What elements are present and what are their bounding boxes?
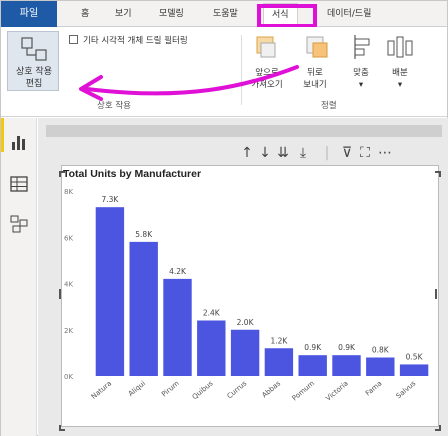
x-tick-label: Fama [364, 379, 384, 397]
distribute-button[interactable]: 배분 ▾ [385, 67, 415, 91]
edit-interactions-icon [21, 37, 47, 61]
app-window: 파일 홈 보기 모델링 도움말 서식 데이터/드릴 상호 작용 편집 기타 시각… [0, 0, 448, 436]
data-label: 1.2K [270, 336, 288, 345]
bar-salvus[interactable] [399, 364, 429, 376]
x-tick-label: Currus [226, 379, 249, 400]
focus-mode-icon[interactable]: ⛶ [357, 143, 373, 163]
send-backward-icon [306, 36, 328, 58]
y-tick-label: 4K [64, 281, 73, 289]
data-label: 4.2K [169, 267, 187, 276]
y-tick-label: 8K [64, 188, 73, 196]
format-tab-highlight [257, 4, 317, 28]
drill-up-icon[interactable]: ↑ [239, 143, 255, 163]
distribute-label: 배분 [392, 68, 408, 78]
page-header-bar [46, 125, 442, 137]
model-view-icon[interactable] [9, 214, 29, 234]
view-sidebar [1, 118, 37, 436]
more-options-icon[interactable]: ⋯ [377, 143, 393, 163]
data-label: 2.4K [203, 309, 221, 318]
bar-pomum[interactable] [298, 355, 327, 376]
data-view-icon[interactable] [9, 174, 29, 194]
tab-data-drill[interactable]: 데이터/드릴 [327, 1, 371, 27]
drill-down-icon[interactable]: ↓ [257, 143, 273, 163]
y-tick-label: 0K [64, 373, 73, 381]
x-tick-label: Salvus [395, 379, 418, 400]
distribute-icon [387, 36, 413, 58]
bar-fama[interactable] [366, 357, 395, 377]
report-view-icon[interactable] [9, 132, 29, 152]
chart-svg: 0K 2K 4K 6K 8K 7.3K Natura 5.8K Aliqui 4.2K Pirum 2… [64, 188, 429, 403]
chart-title: Total Units by Manufacturer [63, 168, 202, 180]
distribute-dropdown-icon: ▾ [397, 80, 403, 90]
annotation-arrow [79, 65, 299, 101]
data-label: 5.8K [135, 230, 153, 239]
tab-view[interactable]: 보기 [115, 1, 132, 27]
edit-interactions-label-2: 편집 [25, 79, 43, 89]
x-tick-label: Pirum [160, 379, 181, 398]
bar-quibus[interactable] [197, 320, 226, 377]
y-tick-label: 2K [64, 327, 73, 335]
resize-handle-br[interactable] [435, 429, 441, 431]
tab-file[interactable]: 파일 [1, 1, 57, 27]
align-dropdown-icon: ▾ [358, 80, 364, 90]
resize-handle-right[interactable] [435, 289, 437, 299]
ribbon-tab-bar: 파일 홈 보기 모델링 도움말 서식 데이터/드릴 [1, 1, 447, 28]
x-tick-label: Aliqui [127, 379, 147, 398]
x-tick-label: Pomum [291, 379, 316, 402]
data-label: 2.0K [237, 318, 255, 327]
tab-help[interactable]: 도움말 [213, 1, 238, 27]
bar-victoria[interactable] [332, 355, 361, 376]
tab-home[interactable]: 홈 [81, 1, 89, 27]
resize-handle-tr-v[interactable] [439, 171, 441, 177]
ribbon: 상호 작용 편집 기타 시각적 개체 드릴 필터링 상호 작용 앞으로 가져오기… [1, 27, 447, 117]
data-label: 0.9K [304, 343, 322, 352]
data-label: 7.3K [101, 195, 119, 204]
resize-handle-bl[interactable] [59, 429, 65, 431]
bar-aliqui[interactable] [129, 241, 158, 376]
edit-interactions-button[interactable]: 상호 작용 편집 [7, 31, 59, 91]
resize-handle-left[interactable] [59, 289, 61, 299]
x-tick-label: Natura [90, 379, 113, 400]
y-tick-label: 6K [64, 234, 73, 242]
data-label: 0.8K [372, 346, 390, 355]
group-label-arrange: 정렬 [321, 101, 337, 111]
data-label: 0.5K [406, 352, 424, 361]
visual-header-toolbar: ↑ ↓ ⇊ ⤓ | ⊽ ⛶ ⋯ [239, 143, 439, 165]
x-tick-label: Quibus [191, 379, 215, 401]
bar-abbas[interactable] [264, 348, 294, 376]
pin-divider-icon: | [324, 145, 330, 161]
x-tick-label: Victoria [324, 379, 350, 402]
x-tick-label: Abbas [260, 379, 282, 399]
drill-filter-label: 기타 시각적 개체 드릴 필터링 [83, 36, 188, 46]
edit-interactions-label-1: 상호 작용 [16, 67, 52, 77]
filter-icon[interactable]: ⊽ [339, 143, 355, 163]
expand-hierarchy-icon[interactable]: ⤓ [295, 143, 311, 163]
next-level-icon[interactable]: ⇊ [275, 143, 291, 163]
data-label: 0.9K [338, 343, 356, 352]
tab-modeling[interactable]: 모델링 [159, 1, 184, 27]
active-view-indicator [1, 118, 4, 152]
bar-pirum[interactable] [163, 278, 192, 376]
align-icon [354, 35, 370, 59]
drill-filter-checkbox[interactable] [69, 35, 78, 44]
bar-currus[interactable] [230, 329, 260, 376]
bar-natura[interactable] [95, 207, 125, 376]
align-button[interactable]: 맞춤 ▾ [347, 67, 375, 91]
align-label: 맞춤 [353, 68, 369, 78]
resize-handle-tl-v[interactable] [59, 171, 61, 177]
